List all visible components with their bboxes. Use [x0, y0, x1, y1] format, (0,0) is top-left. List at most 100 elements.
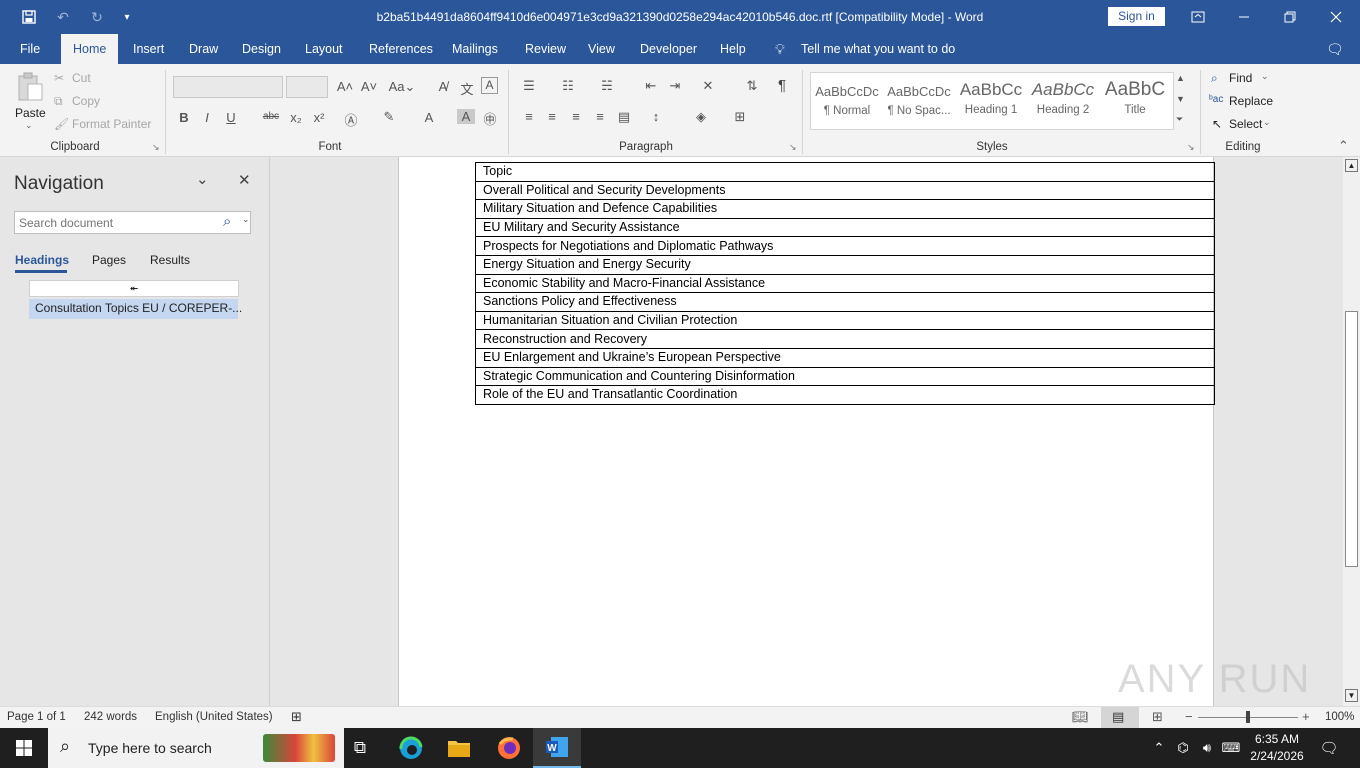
- character-shading-icon[interactable]: A: [457, 109, 475, 124]
- table-cell[interactable]: Military Situation and Defence Capabilit…: [475, 199, 1215, 219]
- grow-font-icon[interactable]: A˄: [336, 79, 354, 94]
- paragraph-launcher-icon[interactable]: ↘: [789, 142, 797, 153]
- table-cell[interactable]: EU Enlargement and Ukraine’s European Pe…: [475, 347, 1215, 368]
- tab-help[interactable]: Help: [720, 34, 746, 64]
- tell-me-search[interactable]: Tell me what you want to do: [801, 34, 955, 64]
- print-layout-icon[interactable]: ▤: [1112, 709, 1124, 725]
- clipboard-launcher-icon[interactable]: ↘: [152, 142, 160, 153]
- increase-indent-icon[interactable]: ⇥: [666, 78, 684, 94]
- borders-icon[interactable]: ⊞: [731, 109, 749, 125]
- tab-references[interactable]: References: [369, 34, 433, 64]
- line-spacing-icon[interactable]: ↕: [647, 109, 665, 124]
- page-count[interactable]: Page 1 of 1: [7, 711, 66, 723]
- bold-icon[interactable]: B: [175, 110, 193, 125]
- save-icon[interactable]: [12, 0, 46, 34]
- tab-developer[interactable]: Developer: [640, 34, 697, 64]
- sort-icon[interactable]: ⇅: [743, 78, 761, 94]
- table-cell[interactable]: EU Military and Security Assistance: [475, 217, 1215, 238]
- zoom-out-icon[interactable]: −: [1185, 709, 1193, 724]
- tab-draw[interactable]: Draw: [189, 34, 218, 64]
- tab-layout[interactable]: Layout: [305, 34, 343, 64]
- style-heading-2[interactable]: AaBbCc Heading 2: [1031, 76, 1095, 126]
- network-icon[interactable]: ⌬: [1172, 728, 1194, 768]
- tab-mailings[interactable]: Mailings: [452, 34, 498, 64]
- cut-button[interactable]: Cut: [72, 71, 91, 85]
- align-left-icon[interactable]: ≡: [520, 109, 538, 124]
- chevron-down-icon[interactable]: ⌄: [196, 170, 209, 188]
- phonetic-guide-icon[interactable]: 文: [458, 79, 476, 98]
- table-cell[interactable]: Economic Stability and Macro-Financial A…: [475, 273, 1215, 294]
- style-normal[interactable]: AaBbCcDc ¶ Normal: [815, 76, 879, 126]
- scroll-thumb[interactable]: [1345, 311, 1358, 567]
- subscript-icon[interactable]: x₂: [287, 110, 305, 125]
- input-indicator-icon[interactable]: ⌨: [1220, 728, 1242, 768]
- decrease-indent-icon[interactable]: ⇤: [642, 78, 660, 94]
- copy-button[interactable]: Copy: [72, 94, 100, 108]
- underline-icon[interactable]: U: [222, 110, 240, 125]
- sign-in-button[interactable]: Sign in: [1108, 7, 1165, 26]
- tab-home[interactable]: Home: [61, 34, 119, 64]
- styles-more-icon[interactable]: ⏷: [1176, 114, 1183, 125]
- table-cell[interactable]: Humanitarian Situation and Civilian Prot…: [475, 310, 1215, 331]
- scroll-down-icon[interactable]: ▼: [1345, 689, 1358, 702]
- bullets-icon[interactable]: ☰: [520, 78, 538, 94]
- zoom-in-icon[interactable]: +: [1302, 709, 1310, 724]
- tab-results[interactable]: Results: [150, 253, 190, 267]
- minimize-icon[interactable]: [1221, 0, 1267, 34]
- web-layout-icon[interactable]: ⊞: [1152, 709, 1163, 725]
- volume-icon[interactable]: 🔊︎: [1196, 728, 1218, 768]
- font-size-combo[interactable]: [286, 76, 328, 98]
- highlight-icon[interactable]: ✎: [380, 109, 398, 125]
- headings-collapse-bar[interactable]: ⯬: [29, 280, 239, 297]
- file-explorer-icon[interactable]: [435, 728, 483, 768]
- macro-recording-icon[interactable]: ⊞: [291, 709, 302, 725]
- table-cell[interactable]: Topic: [475, 162, 1215, 182]
- taskbar-search-box[interactable]: ⌕ Type here to search: [48, 728, 344, 768]
- table-cell[interactable]: Role of the EU and Transatlantic Coordin…: [475, 385, 1215, 405]
- close-pane-icon[interactable]: ✕: [238, 171, 251, 189]
- comments-icon[interactable]: 🗨︎: [1326, 34, 1344, 64]
- style-title[interactable]: AaBbC Title: [1103, 76, 1167, 126]
- scroll-up-icon[interactable]: ▲: [1345, 159, 1358, 172]
- heading-item[interactable]: Consultation Topics EU / COREPER-...: [29, 299, 242, 319]
- tab-design[interactable]: Design: [242, 34, 281, 64]
- firefox-icon[interactable]: [485, 728, 533, 768]
- styles-scroll-up-icon[interactable]: ▲: [1176, 73, 1185, 83]
- center-icon[interactable]: ≡: [543, 109, 561, 124]
- enclose-characters-icon[interactable]: ㊥: [481, 109, 499, 128]
- style-heading-1[interactable]: AaBbCc Heading 1: [959, 76, 1023, 126]
- clock-time[interactable]: 6:35 AM: [1248, 732, 1306, 746]
- clear-formatting-icon[interactable]: A̸: [434, 79, 452, 94]
- table-cell[interactable]: Energy Situation and Energy Security: [475, 254, 1215, 275]
- clock-date[interactable]: 2/24/2026: [1244, 749, 1310, 763]
- edge-icon[interactable]: [387, 728, 435, 768]
- word-taskbar-icon[interactable]: W: [533, 728, 581, 768]
- ribbon-display-options-icon[interactable]: [1175, 0, 1221, 34]
- format-painter-button[interactable]: Format Painter: [72, 117, 151, 131]
- restore-icon[interactable]: [1267, 0, 1313, 34]
- tab-headings[interactable]: Headings: [15, 253, 69, 267]
- search-icon[interactable]: ⌕: [223, 213, 231, 230]
- strikethrough-icon[interactable]: abc: [262, 111, 280, 122]
- zoom-level[interactable]: 100%: [1325, 711, 1354, 723]
- search-document-field[interactable]: ⌕ ⌄: [14, 211, 251, 234]
- close-icon[interactable]: [1313, 0, 1359, 34]
- align-right-icon[interactable]: ≡: [567, 109, 585, 124]
- table-cell[interactable]: Sanctions Policy and Effectiveness: [475, 292, 1215, 312]
- character-border-icon[interactable]: A: [481, 77, 498, 94]
- style-no-spacing[interactable]: AaBbCcDc ¶ No Spac...: [887, 76, 951, 126]
- language-indicator[interactable]: English (United States): [155, 711, 273, 723]
- superscript-icon[interactable]: x²: [310, 110, 328, 125]
- justify-icon[interactable]: ≡: [591, 109, 609, 124]
- select-button[interactable]: Select: [1229, 117, 1262, 131]
- find-dropdown-icon[interactable]: ⌄: [1261, 71, 1269, 82]
- tab-view[interactable]: View: [588, 34, 615, 64]
- paste-icon[interactable]: [16, 72, 44, 102]
- undo-icon[interactable]: ↶: [46, 0, 80, 34]
- table-cell[interactable]: Reconstruction and Recovery: [475, 329, 1215, 349]
- numbering-icon[interactable]: ☷: [559, 78, 577, 94]
- paste-button[interactable]: Paste: [15, 106, 46, 120]
- collapse-ribbon-icon[interactable]: ⌃: [1338, 138, 1349, 154]
- task-view-icon[interactable]: ⧉: [336, 728, 384, 768]
- vertical-scrollbar[interactable]: ▲ ▼: [1343, 157, 1360, 706]
